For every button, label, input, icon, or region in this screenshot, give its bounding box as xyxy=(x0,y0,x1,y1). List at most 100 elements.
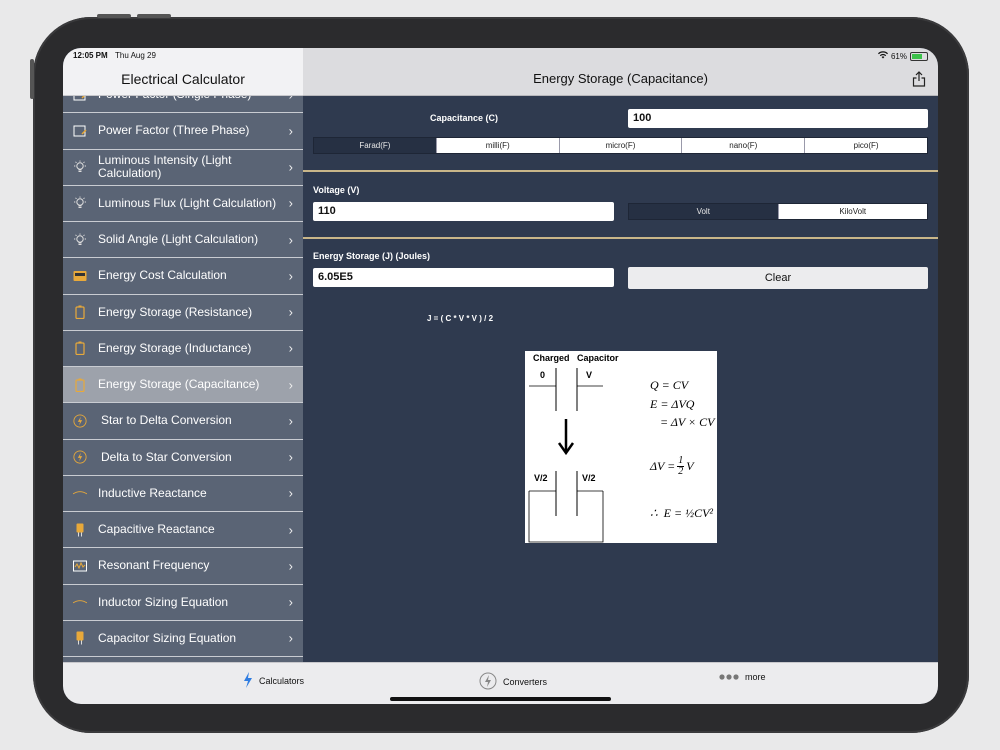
capacitor-icon xyxy=(73,631,87,645)
diagram-left-bottom: V/2 xyxy=(534,473,548,483)
energy-label: Energy Storage (J) (Joules) xyxy=(313,251,431,261)
tab-calculators[interactable]: Calculators xyxy=(243,672,304,690)
chevron-right-icon: › xyxy=(288,413,293,429)
chevron-right-icon: › xyxy=(288,522,293,538)
chevron-right-icon: › xyxy=(288,594,293,610)
chevron-right-icon: › xyxy=(288,123,293,139)
top-button xyxy=(137,14,171,18)
share-icon[interactable] xyxy=(912,71,926,87)
segment-option[interactable]: milli(F) xyxy=(435,138,559,153)
chevron-right-icon: › xyxy=(288,449,293,465)
tab-label: Converters xyxy=(503,677,548,687)
diagram-right-top: V xyxy=(586,370,593,380)
bulb-icon xyxy=(73,196,87,210)
divider xyxy=(303,170,938,172)
bolt-circle-icon xyxy=(479,672,497,692)
master-pane: Electrical Calculator Power Factor (Sing… xyxy=(63,48,303,662)
diagram-right-bottom: V/2 xyxy=(582,473,596,483)
equation-2: E = ΔVQ xyxy=(650,397,695,411)
sidebar-item[interactable]: Luminous Flux (Light Calculation) › xyxy=(63,186,303,222)
capacitance-input[interactable]: 100 xyxy=(628,109,928,128)
fraction: 1 2 xyxy=(677,456,685,477)
sidebar-item[interactable]: Energy Cost Calculation › xyxy=(63,258,303,295)
sidebar-item[interactable]: Inductive Reactance › xyxy=(63,476,303,512)
battery-icon xyxy=(73,378,87,392)
chevron-right-icon: › xyxy=(288,558,293,574)
sidebar-item-label: Inductor Sizing Equation xyxy=(98,594,229,609)
diagram-left-top: 0 xyxy=(540,370,546,380)
sidebar-item-label: Luminous Flux (Light Calculation) xyxy=(98,195,277,210)
capacitor-icon xyxy=(73,523,87,537)
meter-icon xyxy=(73,269,87,283)
segment-option[interactable]: micro(F) xyxy=(558,138,682,153)
clear-button[interactable]: Clear xyxy=(628,267,928,289)
calculator-list[interactable]: Power Factor (Single Phase)›Power Factor… xyxy=(63,77,303,662)
sidebar-item-label: Star to Delta Conversion xyxy=(101,413,232,428)
sidebar-item[interactable]: Delta to Star Conversion › xyxy=(63,440,303,476)
sidebar-item[interactable]: Capacitive Reactance › xyxy=(63,512,303,549)
sidebar-item-label: Capacitor Sizing Equation xyxy=(98,630,237,645)
sidebar-item[interactable]: Energy Storage (Resistance) › xyxy=(63,295,303,331)
sidebar-item-label: Energy Storage (Inductance) xyxy=(98,340,252,355)
home-indicator xyxy=(390,697,611,701)
detail-pane: Capacitance (C) 100 Farad(F) milli(F) micr… xyxy=(303,95,938,662)
segment-option[interactable]: KiloVolt xyxy=(777,204,928,219)
tab-more[interactable]: more xyxy=(719,672,766,682)
sidebar-item[interactable]: Inductor Sizing Equation › xyxy=(63,585,303,621)
segment-option[interactable]: Volt xyxy=(629,204,778,219)
equation-4-lhs: ΔV = xyxy=(650,459,676,473)
top-button xyxy=(97,14,131,18)
tab-converters[interactable]: Converters xyxy=(479,672,547,692)
scope-icon xyxy=(73,559,87,573)
equation-5: ∴ E = ½CV² xyxy=(650,506,713,520)
capacitance-label: Capacitance (C) xyxy=(430,113,499,123)
equation-4-tail: V xyxy=(686,459,694,473)
voltage-input[interactable]: 110 xyxy=(313,202,614,221)
sidebar-item[interactable]: Star to Delta Conversion › xyxy=(63,403,303,440)
chevron-right-icon: › xyxy=(288,377,293,393)
sidebar-item[interactable]: Solid Angle (Light Calculation) › xyxy=(63,222,303,259)
sidebar-item-label: Power Factor (Three Phase) xyxy=(98,123,250,138)
sidebar-item[interactable]: Capacitor Sizing Equation › xyxy=(63,621,303,657)
sidebar-item[interactable]: Luminous Intensity (Light Calculation) › xyxy=(63,150,303,186)
volume-button xyxy=(30,59,34,99)
ellipsis-icon xyxy=(719,672,739,682)
voltage-unit-selector[interactable]: Volt KiloVolt xyxy=(628,203,928,220)
bolt-circle-icon xyxy=(73,414,87,428)
sidebar-item[interactable]: Energy Storage (Inductance) › xyxy=(63,331,303,367)
tab-bar: Calculators Converters more xyxy=(63,662,938,704)
capacitance-unit-selector[interactable]: Farad(F) milli(F) micro(F) nano(F) pico(F) xyxy=(313,137,928,154)
equation-3: = ΔV × CV xyxy=(660,415,715,429)
battery-percent: 61% xyxy=(890,51,907,61)
segment-option[interactable]: nano(F) xyxy=(681,138,804,153)
inductor-icon xyxy=(73,595,87,609)
sidebar-item-label: Luminous Intensity (Light Calculation) xyxy=(98,153,232,181)
tab-label: Calculators xyxy=(259,676,305,686)
sidebar-item-label: Energy Storage (Resistance) xyxy=(98,304,253,319)
formula-text: J = ( C * V * V ) / 2 xyxy=(427,314,494,323)
equation-4: ΔV = 1 2 V xyxy=(650,456,694,477)
bolt-icon xyxy=(243,672,253,690)
status-date: Thu Aug 29 xyxy=(115,51,156,60)
segment-option[interactable]: Farad(F) xyxy=(314,138,436,153)
capacitor-diagram: Charged Capacitor 0 V V/2 V/2 Q = CV E =… xyxy=(525,351,717,543)
chevron-right-icon: › xyxy=(288,485,293,501)
sidebar-item[interactable]: Energy Storage (Capacitance) › xyxy=(63,367,303,404)
sidebar-item-label: Delta to Star Conversion xyxy=(101,449,232,464)
voltage-label: Voltage (V) xyxy=(313,185,360,195)
chevron-right-icon: › xyxy=(288,304,293,320)
sidebar-item[interactable]: Power Factor (Three Phase) › xyxy=(63,113,303,150)
chevron-right-icon: › xyxy=(288,340,293,356)
chevron-right-icon: › xyxy=(288,268,293,284)
battery-icon xyxy=(73,305,87,320)
energy-output[interactable]: 6.05E5 xyxy=(313,268,614,287)
chevron-right-icon: › xyxy=(288,159,293,175)
segment-option[interactable]: pico(F) xyxy=(804,138,927,153)
chevron-right-icon: › xyxy=(288,195,293,211)
sidebar-item-label: Energy Cost Calculation xyxy=(98,268,227,283)
page-title: Energy Storage (Capacitance) xyxy=(533,71,708,86)
tab-label: more xyxy=(745,672,766,682)
bulb-icon xyxy=(73,233,87,247)
divider xyxy=(303,237,938,239)
sidebar-item[interactable]: Resonant Frequency › xyxy=(63,548,303,585)
